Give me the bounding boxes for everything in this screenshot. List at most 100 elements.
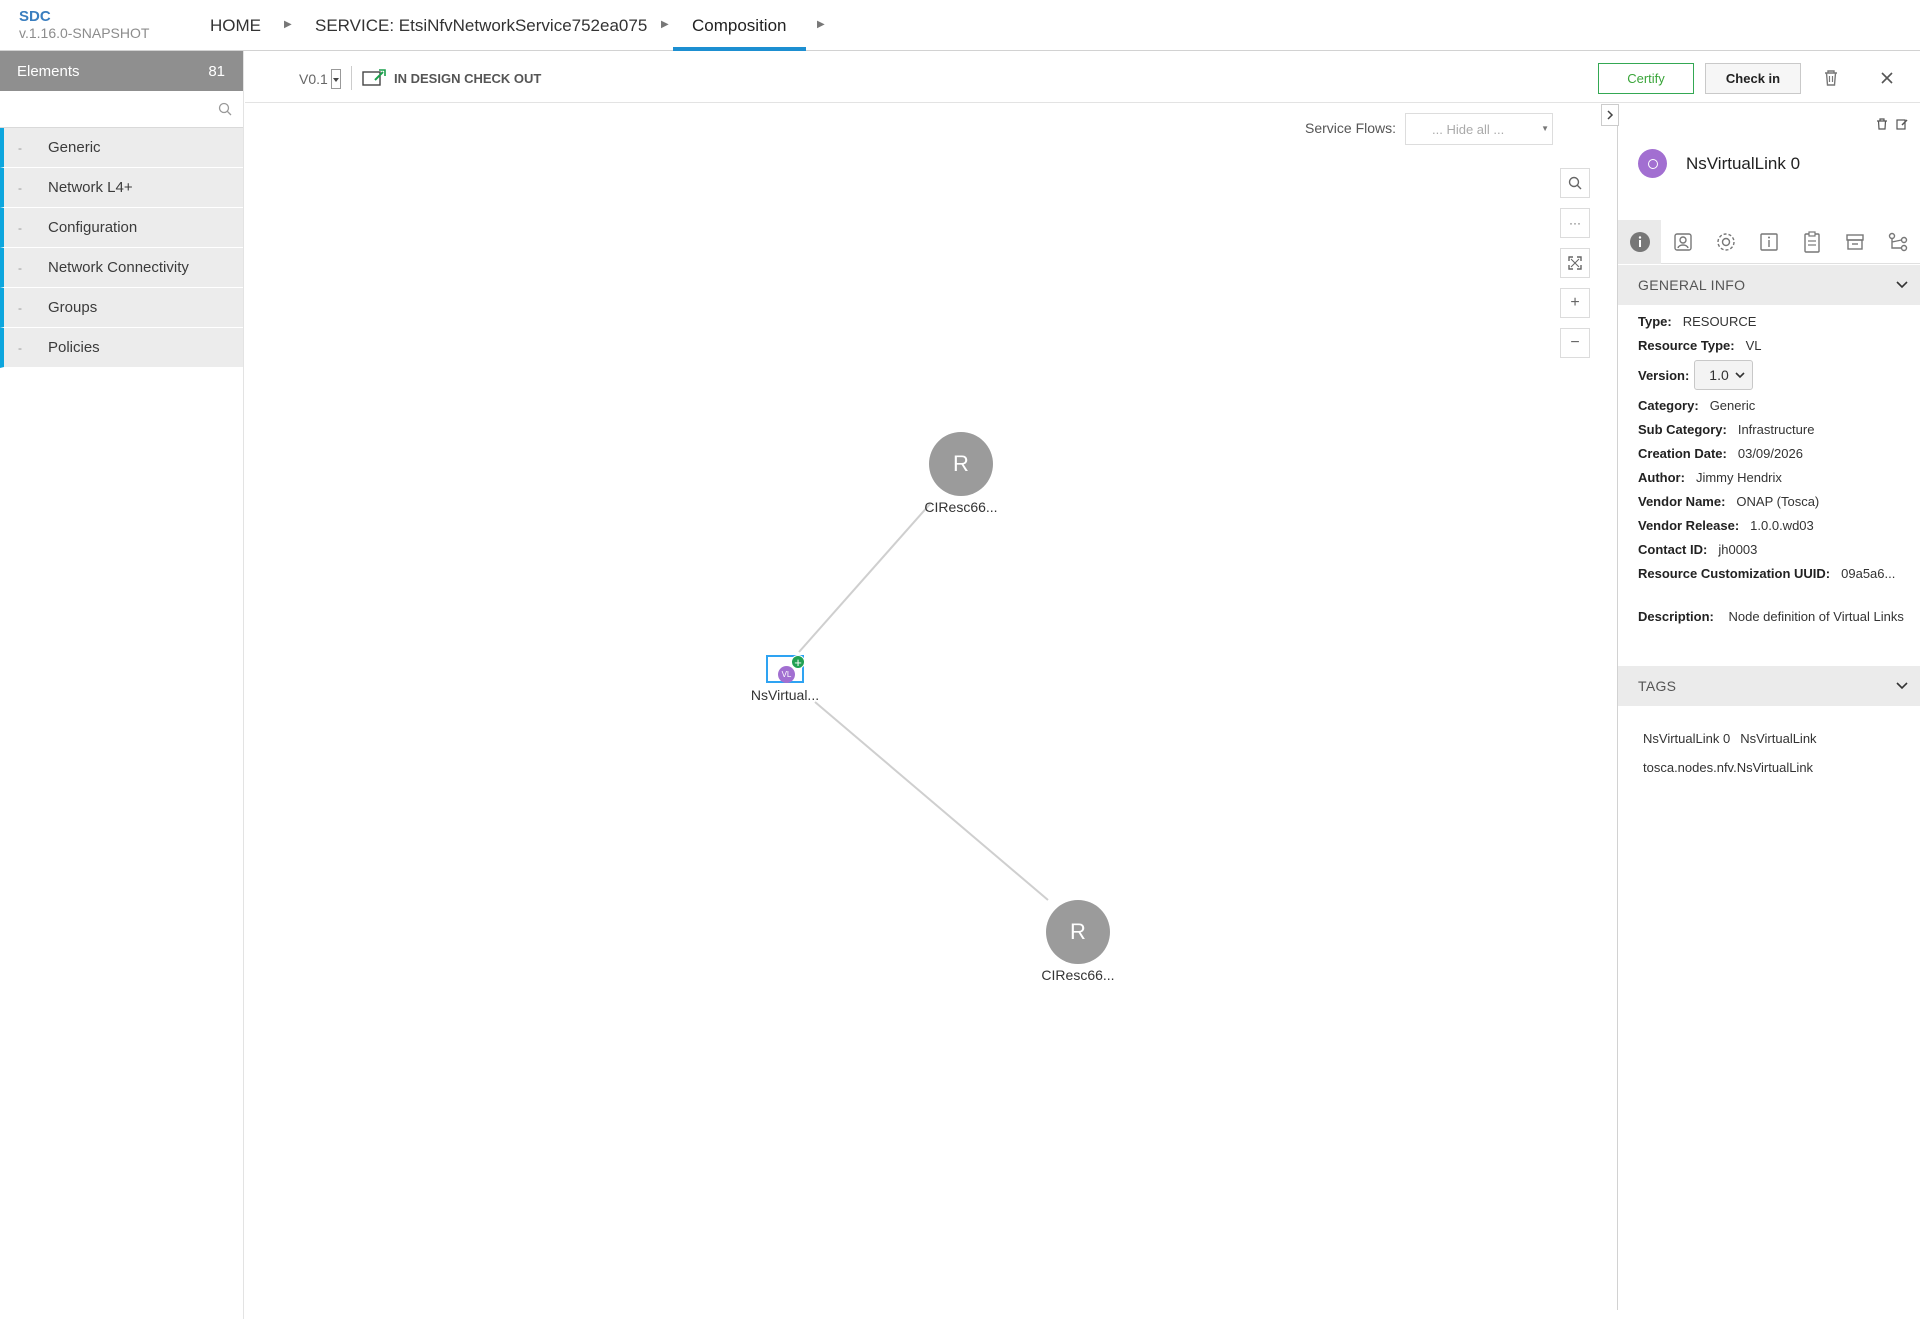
palette-group-network-l4[interactable]: - Network L4+ xyxy=(0,168,243,208)
resource-node-top[interactable]: R xyxy=(929,432,993,496)
vendor-release-row: Vendor Release: 1.0.0.wd03 xyxy=(1638,513,1913,537)
palette-search-input[interactable] xyxy=(0,91,243,127)
collapse-dash-icon: - xyxy=(18,300,22,315)
archive-icon xyxy=(1845,234,1864,250)
field-label: Author: xyxy=(1638,469,1685,485)
palette-group-label: Network Connectivity xyxy=(48,259,189,276)
collapse-panel-button[interactable] xyxy=(1601,104,1619,126)
lifecycle-status: IN DESIGN CHECK OUT xyxy=(362,69,541,87)
version-selector[interactable]: V0.1 xyxy=(299,71,328,87)
tab-requirements[interactable] xyxy=(1790,220,1833,264)
details-panel: NsVirtualLink 0 GENERAL INFO Type: RESOU… xyxy=(1601,104,1920,1310)
palette-group-configuration[interactable]: - Configuration xyxy=(0,208,243,248)
chevron-right-icon[interactable]: ▶ xyxy=(661,19,669,30)
certify-button[interactable]: Certify xyxy=(1598,63,1694,94)
tags-list: NsVirtualLink 0 NsVirtualLink tosca.node… xyxy=(1643,724,1817,782)
trash-icon[interactable] xyxy=(1876,118,1888,130)
version-select[interactable]: 1.0 xyxy=(1694,360,1753,390)
app-version: v.1.16.0-SNAPSHOT xyxy=(19,25,150,41)
add-connection-icon[interactable]: + xyxy=(791,655,805,669)
vendor-name-row: Vendor Name: ONAP (Tosca) xyxy=(1638,489,1913,513)
tab-properties[interactable] xyxy=(1704,220,1747,264)
version-dropdown-caret[interactable] xyxy=(331,69,341,89)
relation-icon xyxy=(1888,232,1907,252)
tab-general-info[interactable] xyxy=(1618,220,1661,264)
contact-id-value: jh0003 xyxy=(1718,541,1758,557)
chevron-right-icon[interactable]: ▶ xyxy=(817,19,825,30)
palette-group-network-connectivity[interactable]: - Network Connectivity xyxy=(0,248,243,288)
node-connections xyxy=(798,503,1049,901)
breadcrumb-composition[interactable]: Composition xyxy=(673,16,806,51)
artifacts-icon xyxy=(1673,233,1692,251)
collapse-dash-icon: - xyxy=(18,180,22,195)
palette-group-groups[interactable]: - Groups xyxy=(0,288,243,328)
info-square-icon xyxy=(1759,233,1778,251)
creation-date-value: 03/09/2026 xyxy=(1737,445,1803,461)
customization-uuid-value: 09a5a6... xyxy=(1841,565,1896,581)
check-in-button[interactable]: Check in xyxy=(1705,63,1801,94)
tab-relations[interactable] xyxy=(1876,220,1919,264)
close-icon[interactable] xyxy=(1880,71,1894,85)
resource-node-bottom[interactable]: R xyxy=(1046,900,1110,964)
field-label: Resource Customization UUID: xyxy=(1638,565,1831,581)
resource-type-row: Resource Type: VL xyxy=(1638,333,1913,357)
checkout-icon xyxy=(362,69,386,86)
section-title: GENERAL INFO xyxy=(1638,277,1746,293)
edit-icon[interactable] xyxy=(1896,118,1908,130)
field-label: Sub Category: xyxy=(1638,421,1727,437)
toolbar-divider xyxy=(351,66,352,90)
field-label: Vendor Release: xyxy=(1638,517,1740,533)
type-value: RESOURCE xyxy=(1682,313,1757,329)
tab-capabilities[interactable] xyxy=(1833,220,1876,264)
type-row: Type: RESOURCE xyxy=(1638,309,1913,333)
chevron-down-icon xyxy=(1735,371,1745,378)
breadcrumb-service[interactable]: SERVICE: EtsiNfvNetworkService752ea075 xyxy=(315,16,647,51)
palette-group-generic[interactable]: - Generic xyxy=(0,128,243,168)
field-label: Description: xyxy=(1638,609,1714,624)
field-label: Type: xyxy=(1638,313,1672,329)
collapse-dash-icon: - xyxy=(18,140,22,155)
palette-group-label: Policies xyxy=(48,339,100,356)
vl-badge: VL xyxy=(778,666,795,683)
vendor-release-value: 1.0.0.wd03 xyxy=(1750,517,1814,533)
category-row: Category: Generic xyxy=(1638,393,1913,417)
connection-line[interactable] xyxy=(798,503,931,653)
gear-icon xyxy=(1716,233,1735,251)
clipboard-icon xyxy=(1803,231,1820,253)
palette-group-label: Generic xyxy=(48,139,101,156)
panel-actions xyxy=(1876,118,1908,130)
customization-uuid-row: Resource Customization UUID: 09a5a6... xyxy=(1638,561,1913,585)
top-navigation: SDC v.1.16.0-SNAPSHOT HOME ▶ SERVICE: Et… xyxy=(0,0,1920,51)
general-info-header[interactable]: GENERAL INFO xyxy=(1618,265,1920,305)
contact-id-row: Contact ID: jh0003 xyxy=(1638,537,1913,561)
resource-type-value: VL xyxy=(1745,337,1762,353)
palette-group-label: Configuration xyxy=(48,219,138,236)
chevron-right-icon[interactable]: ▶ xyxy=(284,19,292,30)
app-logo[interactable]: SDC v.1.16.0-SNAPSHOT xyxy=(19,9,150,42)
breadcrumb-home[interactable]: HOME xyxy=(210,16,261,51)
tag: tosca.nodes.nfv.NsVirtualLink xyxy=(1643,760,1814,775)
tags-header[interactable]: TAGS xyxy=(1618,666,1920,706)
resource-node-label: CIResc66... xyxy=(1041,967,1115,983)
virtual-link-icon xyxy=(1638,149,1667,178)
author-value: Jimmy Hendrix xyxy=(1695,469,1782,485)
field-label: Contact ID: xyxy=(1638,541,1708,557)
tab-deployment-artifacts[interactable] xyxy=(1661,220,1704,264)
panel-tabs xyxy=(1618,220,1920,264)
palette-count: 81 xyxy=(208,62,225,80)
field-label: Creation Date: xyxy=(1638,445,1727,461)
virtual-link-node[interactable]: VL + xyxy=(766,655,805,683)
field-label: Version: xyxy=(1638,367,1690,383)
tab-information-artifacts[interactable] xyxy=(1747,220,1790,264)
tag: NsVirtualLink 0 xyxy=(1643,731,1731,746)
version-row: Version: 1.0 xyxy=(1638,357,1913,393)
connection-line[interactable] xyxy=(814,701,1049,901)
palette-search xyxy=(0,91,243,128)
caret-down-icon xyxy=(333,78,339,82)
chevron-right-icon xyxy=(1607,110,1614,120)
palette-header: Elements 81 xyxy=(0,51,243,91)
trash-icon[interactable] xyxy=(1823,69,1839,87)
composition-canvas[interactable]: Service Flows: ... Hide all ... ▼ ··· + … xyxy=(245,104,1617,1310)
palette-group-policies[interactable]: - Policies xyxy=(0,328,243,368)
search-icon[interactable] xyxy=(218,102,232,116)
